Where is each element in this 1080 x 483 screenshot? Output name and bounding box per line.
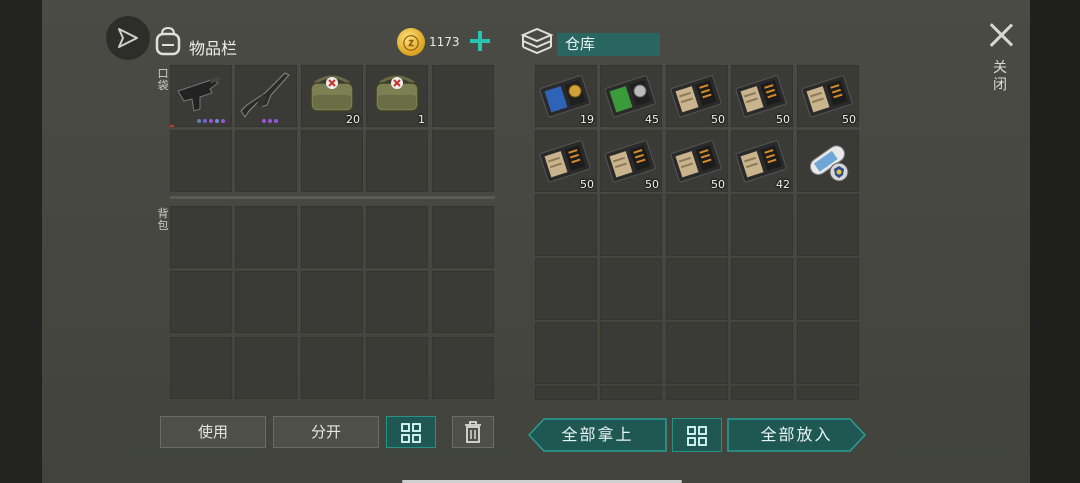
pocket-divider [170, 196, 495, 199]
blueprint-book-item[interactable]: 42 [731, 130, 793, 192]
grid-slot[interactable] [235, 206, 297, 268]
scroll-badge-item[interactable] [797, 130, 859, 192]
blueprint-book-item[interactable]: 50 [666, 65, 728, 127]
take-all-label: 全部拿上 [561, 425, 634, 444]
blueprint-book-item[interactable]: 50 [797, 65, 859, 127]
grid-slot[interactable] [731, 258, 793, 320]
grid-slot[interactable] [600, 322, 662, 384]
grid-slot[interactable] [366, 206, 428, 268]
grid-slot[interactable] [666, 322, 728, 384]
pocket-label: 口袋 [157, 67, 169, 92]
item-count: 45 [645, 113, 659, 126]
right-edge [1030, 0, 1080, 483]
grid-slot[interactable] [797, 194, 859, 256]
split-button[interactable]: 分开 [273, 416, 379, 448]
close-icon[interactable] [988, 22, 1014, 48]
grid-slot[interactable] [170, 206, 232, 268]
medical-bag-item[interactable]: 1 [366, 65, 428, 127]
put-all-label: 全部放入 [760, 425, 833, 444]
grid-slot[interactable] [235, 130, 297, 192]
grid-slot[interactable] [666, 194, 728, 256]
take-all-button[interactable]: 全部拿上 [528, 418, 667, 452]
grid-slot[interactable] [797, 258, 859, 320]
grid-slot[interactable] [797, 322, 859, 384]
item-count: 50 [645, 178, 659, 191]
item-count: 1 [418, 113, 425, 126]
blueprint-book-item[interactable]: 50 [600, 130, 662, 192]
grid-slot[interactable] [432, 130, 494, 192]
put-all-button[interactable]: 全部放入 [727, 418, 866, 452]
close-label[interactable]: 关闭 [991, 60, 1009, 94]
grid-slot[interactable] [535, 194, 597, 256]
item-count: 19 [580, 113, 594, 126]
blueprint-book-item[interactable]: 50 [666, 130, 728, 192]
grid-slot[interactable] [301, 130, 363, 192]
coin-count: 1173 [429, 35, 460, 49]
item-count: 50 [776, 113, 790, 126]
send-button[interactable] [106, 16, 150, 60]
green-book-item[interactable]: 45 [600, 65, 662, 127]
grid-slot[interactable] [301, 206, 363, 268]
backpack-label: 背包 [157, 207, 169, 232]
grid-slot[interactable] [432, 337, 494, 399]
grid-slot[interactable] [301, 337, 363, 399]
scroll-badge-icon [797, 130, 859, 196]
rarity-dots [197, 119, 225, 123]
use-button[interactable]: 使用 [160, 416, 266, 448]
blueprint-book-item[interactable]: 50 [731, 65, 793, 127]
inventory-title: 物品栏 [189, 39, 238, 58]
send-icon [118, 28, 138, 48]
left-edge [0, 0, 42, 483]
item-count: 50 [580, 178, 594, 191]
blueprint-book-item[interactable]: 50 [535, 130, 597, 192]
grid-slot[interactable] [301, 271, 363, 333]
grid-slot[interactable] [366, 130, 428, 192]
add-coins-button[interactable] [468, 29, 492, 53]
medical-bag-item[interactable]: 20 [301, 65, 363, 127]
grid-slot[interactable] [535, 258, 597, 320]
grid-slot[interactable] [235, 337, 297, 399]
item-count: 50 [842, 113, 856, 126]
grid-slot[interactable] [432, 271, 494, 333]
grid-slot[interactable] [600, 194, 662, 256]
trash-icon [465, 421, 481, 443]
storage-title: 仓库 [557, 33, 660, 56]
sort-storage-button[interactable] [672, 418, 722, 452]
delete-button[interactable] [452, 416, 494, 448]
grid-slot[interactable] [235, 271, 297, 333]
grid-slot[interactable] [170, 337, 232, 399]
grid-slot[interactable] [432, 65, 494, 127]
grid-slot[interactable] [535, 386, 597, 400]
grid-slot[interactable] [366, 271, 428, 333]
grid-slot[interactable] [170, 130, 232, 192]
grid-sort-icon [687, 426, 707, 446]
equipped-marker [170, 125, 174, 127]
item-count: 42 [776, 178, 790, 191]
grid-slot[interactable] [432, 206, 494, 268]
item-count: 50 [711, 113, 725, 126]
storage-icon [520, 27, 554, 55]
grid-sort-icon [401, 423, 421, 443]
grid-slot[interactable] [535, 322, 597, 384]
sort-inventory-button[interactable] [386, 416, 436, 448]
grid-slot[interactable] [666, 386, 728, 400]
grid-slot[interactable] [731, 386, 793, 400]
grid-slot[interactable] [731, 322, 793, 384]
grid-slot[interactable] [170, 271, 232, 333]
grid-slot[interactable] [731, 194, 793, 256]
coin-icon: ⓩ [397, 28, 425, 56]
grid-slot[interactable] [600, 258, 662, 320]
blue-book-item[interactable]: 19 [535, 65, 597, 127]
rarity-dots [262, 119, 278, 123]
rifle-item[interactable] [235, 65, 297, 127]
item-count: 50 [711, 178, 725, 191]
grid-slot[interactable] [366, 337, 428, 399]
grid-slot[interactable] [666, 258, 728, 320]
grid-slot[interactable] [600, 386, 662, 400]
item-count: 20 [346, 113, 360, 126]
grid-slot[interactable] [797, 386, 859, 400]
smg-item[interactable] [170, 65, 232, 127]
backpack-icon [155, 26, 181, 56]
